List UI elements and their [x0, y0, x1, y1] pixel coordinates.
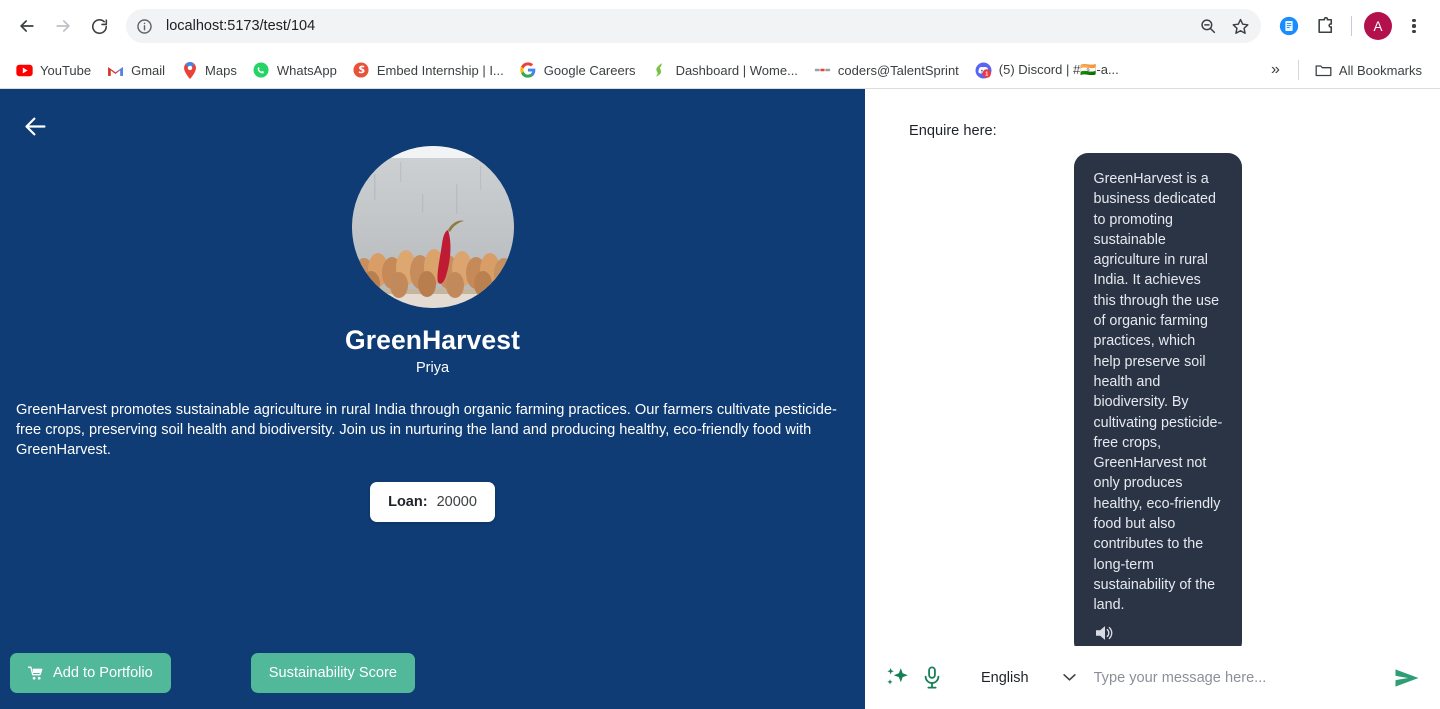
- back-arrow-icon[interactable]: [20, 111, 50, 141]
- bookmark-discord[interactable]: 1 (5) Discord | #🇮🇳-a...: [967, 58, 1127, 83]
- forward-button[interactable]: [46, 9, 80, 43]
- chevron-down-icon: [1062, 673, 1076, 682]
- bookmarks-divider: [1297, 60, 1299, 80]
- bookmark-label: WhatsApp: [276, 62, 337, 78]
- zoom-out-icon[interactable]: [1193, 11, 1223, 41]
- discord-icon: 1: [975, 62, 992, 79]
- bookmarks-bar: YouTube Gmail Maps WhatsApp Embed Intern…: [0, 52, 1440, 88]
- address-bar[interactable]: localhost:5173/test/104: [126, 9, 1261, 43]
- google-maps-icon: [181, 61, 198, 79]
- bookmark-gmail[interactable]: Gmail: [99, 58, 173, 83]
- loan-badge: Loan: 20000: [370, 482, 495, 522]
- embed-internship-icon: [353, 62, 370, 79]
- bookmark-label: (5) Discord | #🇮🇳-a...: [998, 62, 1119, 77]
- page-title: GreenHarvest: [344, 325, 520, 355]
- bookmark-label: Embed Internship | I...: [376, 62, 504, 78]
- three-dot-menu-icon[interactable]: [1398, 10, 1430, 42]
- send-button[interactable]: [1388, 661, 1426, 695]
- bookmark-dashboard[interactable]: Dashboard | Wome...: [644, 58, 806, 83]
- talentsprint-icon: [814, 62, 831, 79]
- bookmark-label: Maps: [205, 62, 237, 78]
- dashboard-icon: [652, 62, 669, 79]
- bookmark-coders-talentsprint[interactable]: coders@TalentSprint: [806, 58, 967, 83]
- bookmark-embed-internship[interactable]: Embed Internship | I...: [345, 58, 512, 83]
- add-to-portfolio-button[interactable]: Add to Portfolio: [10, 653, 171, 693]
- avatar[interactable]: A: [1364, 12, 1392, 40]
- sustainability-score-button[interactable]: Sustainability Score: [250, 653, 415, 693]
- extension-puzzle-icon[interactable]: [1309, 10, 1341, 42]
- back-button[interactable]: [10, 9, 44, 43]
- address-bar-actions: [1193, 11, 1255, 41]
- bookmark-label: Gmail: [131, 62, 166, 78]
- bookmark-whatsapp[interactable]: WhatsApp: [245, 58, 345, 83]
- business-profile-panel: GreenHarvest Priya GreenHarvest promotes…: [0, 89, 865, 709]
- app-content: GreenHarvest Priya GreenHarvest promotes…: [0, 89, 1440, 709]
- google-icon: [520, 62, 537, 79]
- business-avatar-image: [351, 146, 514, 308]
- profile-header: GreenHarvest Priya GreenHarvest promotes…: [0, 89, 865, 522]
- bookmark-label: YouTube: [40, 62, 92, 78]
- svg-text:1: 1: [985, 71, 988, 77]
- chat-message-list[interactable]: GreenHarvest is a business dedicated to …: [865, 139, 1440, 647]
- chat-message-text: GreenHarvest is a business dedicated to …: [1093, 171, 1223, 614]
- bookmark-label: coders@TalentSprint: [837, 62, 959, 78]
- all-bookmarks-button[interactable]: All Bookmarks: [1307, 58, 1430, 83]
- loan-value: 20000: [436, 494, 477, 510]
- chat-heading: Enquire here:: [909, 123, 997, 139]
- chat-panel: Enquire here: GreenHarvest is a business…: [865, 89, 1440, 709]
- whatsapp-icon: [253, 62, 270, 79]
- owner-name: Priya: [415, 360, 450, 376]
- microphone-icon[interactable]: [915, 661, 949, 695]
- reload-button[interactable]: [82, 9, 116, 43]
- profile-action-bar: Add to Portfolio Sustainability Score: [0, 653, 865, 709]
- loan-row: Loan: 20000: [370, 482, 495, 522]
- bookmark-star-icon[interactable]: [1225, 11, 1255, 41]
- browser-navigation-bar: localhost:5173/test/104 A: [0, 0, 1440, 52]
- address-bar-url[interactable]: localhost:5173/test/104: [166, 18, 1193, 34]
- site-info-icon[interactable]: [130, 12, 158, 40]
- sustainability-score-label: Sustainability Score: [268, 665, 397, 681]
- chat-message-bubble: GreenHarvest is a business dedicated to …: [1073, 153, 1242, 647]
- browser-chrome: localhost:5173/test/104 A YouTube Gmail …: [0, 0, 1440, 89]
- bookmark-label: Dashboard | Wome...: [675, 62, 798, 78]
- chat-message-input[interactable]: [1093, 669, 1388, 686]
- bookmark-maps[interactable]: Maps: [173, 58, 245, 83]
- ai-sparkle-icon[interactable]: [881, 661, 915, 695]
- bookmark-label: Google Careers: [543, 62, 636, 78]
- chat-input-bar: English: [865, 646, 1440, 709]
- business-description: GreenHarvest promotes sustainable agricu…: [16, 402, 837, 458]
- youtube-icon: [16, 62, 33, 79]
- language-select[interactable]: English: [981, 670, 1076, 686]
- language-selected-label: English: [981, 669, 1029, 686]
- profile-avatar-button[interactable]: A: [1362, 10, 1394, 42]
- browser-toolbar-right: A: [1269, 10, 1430, 42]
- bookmarks-overflow-button[interactable]: »: [1261, 57, 1290, 83]
- reading-list-icon[interactable]: [1273, 10, 1305, 42]
- all-bookmarks-label: All Bookmarks: [1338, 62, 1422, 78]
- bookmark-youtube[interactable]: YouTube: [8, 58, 99, 83]
- shopping-cart-icon: [28, 666, 44, 681]
- add-to-portfolio-label: Add to Portfolio: [53, 665, 153, 681]
- loan-label: Loan:: [388, 494, 428, 510]
- toolbar-divider: [1351, 16, 1352, 36]
- bookmark-google-careers[interactable]: Google Careers: [512, 58, 644, 83]
- folder-icon: [1315, 62, 1332, 79]
- speaker-volume-icon[interactable]: [1094, 624, 1116, 642]
- gmail-icon: [107, 62, 124, 79]
